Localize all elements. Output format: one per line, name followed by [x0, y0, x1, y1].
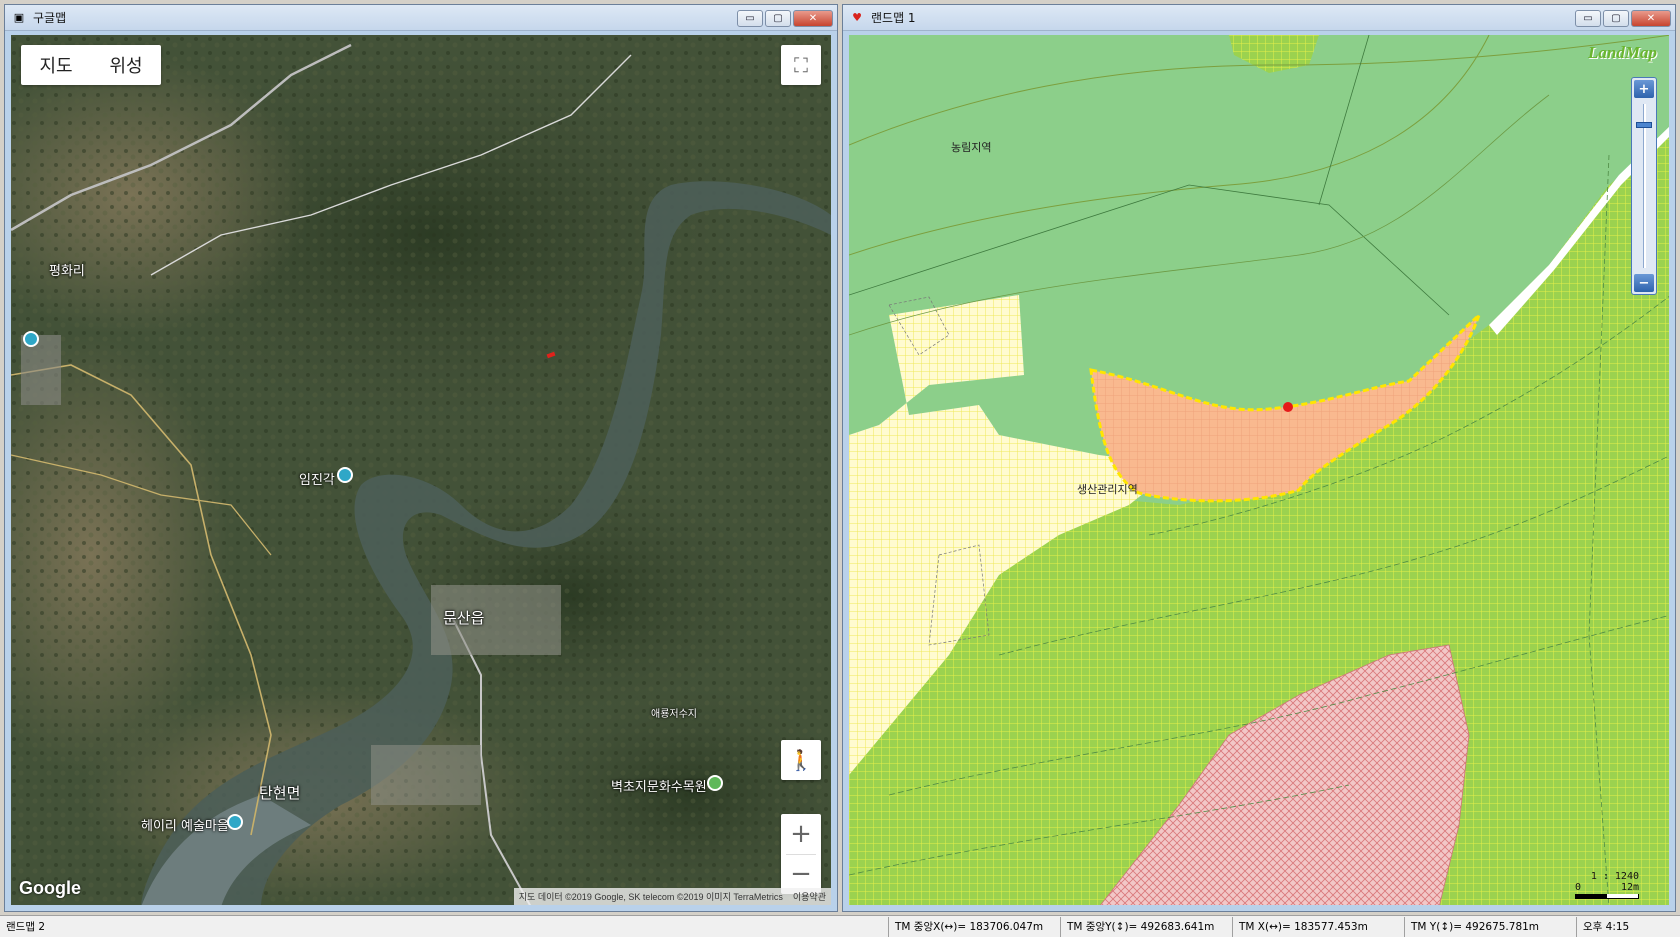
minimize-button[interactable]: ▭	[737, 10, 763, 27]
map-attribution: 지도 데이터 ©2019 Google, SK telecom ©2019 이미…	[513, 888, 831, 905]
zone-label-forest: 농림지역	[951, 141, 992, 154]
zoom-in-button[interactable]: +	[781, 814, 821, 854]
landmap-logo: LandMap	[1588, 43, 1657, 62]
minimize-button[interactable]: ▭	[1575, 10, 1601, 27]
zoom-out-button[interactable]: −	[1634, 274, 1654, 292]
zone-label-production: 생산관리지역	[1077, 483, 1138, 496]
place-label-munsaneup: 문산읍	[443, 609, 485, 627]
landmap-window: ♥ 랜드맵 1 ▭ ▢ ✕ LandMap + − 농림지역 생산관리지역 1 …	[842, 4, 1676, 912]
google-logo: Google	[19, 878, 81, 898]
landuse-map[interactable]: LandMap + − 농림지역 생산관리지역 1 : 1240 0 12m	[849, 35, 1669, 905]
landmark-pin-icon	[337, 467, 353, 483]
fullscreen-icon[interactable]: ⛶	[781, 45, 821, 85]
zoom-slider[interactable]: + −	[1631, 77, 1657, 295]
map-type-satellite-tab[interactable]: 위성	[91, 52, 161, 78]
landuse-zones	[849, 35, 1669, 905]
place-label-heyri: 헤이리 예술마을	[141, 819, 229, 834]
status-tm-y: TM Y(↕)= 492675.781m	[1404, 916, 1576, 937]
satellite-imagery	[11, 35, 831, 905]
copyright-text: 지도 데이터 ©2019 Google, SK telecom ©2019 이미…	[518, 892, 783, 902]
map-type-map-tab[interactable]: 지도	[21, 52, 91, 78]
terms-link[interactable]: 이용약관	[793, 890, 826, 903]
place-label-imjingak: 임진각	[299, 473, 335, 488]
status-tm-x: TM X(↔)= 183577.453m	[1232, 916, 1404, 937]
scale-zero: 0	[1575, 882, 1582, 893]
scale-graphic	[1575, 894, 1639, 899]
close-button[interactable]: ✕	[1631, 10, 1671, 27]
landmap-titlebar[interactable]: ♥ 랜드맵 1 ▭ ▢ ✕	[843, 5, 1675, 31]
map-type-control: 지도 위성	[21, 45, 161, 85]
status-tm-center-x: TM 중앙X(↔)= 183706.047m	[888, 916, 1060, 937]
maximize-button[interactable]: ▢	[1603, 10, 1629, 27]
close-button[interactable]: ✕	[793, 10, 833, 27]
desktop: ▣ 구글맵 ▭ ▢ ✕ 지도 위성 ⛶ 🚶 + − 평화리 임진각 문산읍 애룡…	[0, 0, 1680, 937]
scale-distance: 12m	[1620, 882, 1639, 893]
park-pin-icon	[707, 775, 723, 791]
art-pin-icon	[227, 814, 243, 830]
maximize-button[interactable]: ▢	[765, 10, 791, 27]
zoom-control: + −	[781, 814, 821, 894]
window-title: 구글맵	[33, 11, 67, 25]
scale-ratio: 1 : 1240	[1590, 871, 1639, 882]
zoom-track[interactable]	[1643, 104, 1646, 268]
status-clock: 오후 4:15	[1576, 916, 1680, 937]
status-bar: 랜드맵 2 TM 중앙X(↔)= 183706.047m TM 중앙Y(↕)= …	[0, 915, 1680, 937]
map-pin-icon	[23, 331, 39, 347]
scale-bar: 1 : 1240 0 12m	[1575, 871, 1639, 899]
google-map-titlebar[interactable]: ▣ 구글맵 ▭ ▢ ✕	[5, 5, 837, 31]
landmap-app-icon: ♥	[852, 11, 862, 24]
app-window-icon: ▣	[13, 11, 25, 24]
window-title: 랜드맵 1	[871, 11, 916, 25]
place-label-arboretum: 벽초지문화수목원	[611, 780, 707, 795]
place-label-pyeonghwari: 평화리	[49, 264, 85, 279]
pegman-icon[interactable]: 🚶	[781, 740, 821, 780]
status-tm-center-y: TM 중앙Y(↕)= 492683.641m	[1060, 916, 1232, 937]
zoom-in-button[interactable]: +	[1634, 80, 1654, 98]
zoom-slider-handle[interactable]	[1636, 122, 1652, 128]
google-map-window: ▣ 구글맵 ▭ ▢ ✕ 지도 위성 ⛶ 🚶 + − 평화리 임진각 문산읍 애룡…	[4, 4, 838, 912]
place-label-reservoir: 애룡저수지	[651, 709, 697, 720]
status-window-name: 랜드맵 2	[6, 921, 45, 933]
satellite-map[interactable]: 지도 위성 ⛶ 🚶 + − 평화리 임진각 문산읍 애룡저수지 탄현면 벽초지문…	[11, 35, 831, 905]
place-label-tanhyeonmyeon: 탄현면	[259, 784, 301, 802]
